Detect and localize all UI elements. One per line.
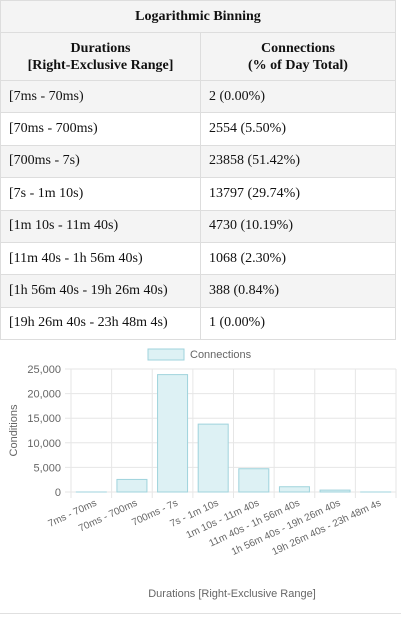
value-cell: 23858 (51.42%) — [200, 144, 396, 179]
y-tick-label: 10,000 — [27, 438, 61, 450]
table-row: [7ms - 70ms) 2 (0.00%) — [0, 79, 396, 114]
bar[interactable] — [197, 423, 229, 493]
durations-header: Durations [Right-Exclusive Range] — [0, 32, 201, 81]
range-cell: [19h 26m 40s - 23h 48m 4s) — [0, 306, 201, 341]
durations-header-line1: Durations — [70, 40, 131, 56]
value-cell: 4730 (10.19%) — [200, 209, 396, 243]
table-row: [19h 26m 40s - 23h 48m 4s) 1 (0.00%) — [0, 306, 396, 341]
bar[interactable] — [319, 489, 351, 493]
y-tick-label: 5,000 — [33, 462, 61, 474]
legend-label: Connections — [190, 349, 252, 361]
y-tick-label: 20,000 — [27, 389, 61, 401]
range-cell: [7s - 1m 10s) — [0, 177, 201, 211]
table-row: [1m 10s - 11m 40s) 4730 (10.19%) — [0, 209, 396, 243]
legend-swatch — [147, 348, 185, 361]
y-tick-label: 0 — [55, 487, 61, 499]
y-tick-label: 15,000 — [27, 413, 61, 425]
chart-grid — [65, 368, 397, 498]
chart-legend[interactable]: Connections — [147, 348, 252, 361]
value-cell: 2 (0.00%) — [200, 79, 396, 114]
bar[interactable] — [278, 486, 310, 493]
connections-header-line1: Connections — [261, 40, 335, 56]
connections-header-line2: (% of Day Total) — [248, 57, 348, 73]
connections-bar-chart: 0 5,000 10,000 15,000 20,000 25,000 7ms - 70m… — [8, 348, 397, 600]
binning-table: Logarithmic Binning Durations [Right-Exc… — [0, 0, 396, 341]
range-cell: [11m 40s - 1h 56m 40s) — [0, 241, 201, 276]
range-cell: [70ms - 700ms) — [0, 112, 201, 146]
x-axis-ticks: 7ms - 70ms70ms - 700ms700ms - 7s7s - 1m … — [47, 498, 383, 558]
y-axis-label: Conditions — [8, 404, 20, 456]
table-row: [1h 56m 40s - 19h 26m 40s) 388 (0.84%) — [0, 274, 396, 308]
value-cell: 388 (0.84%) — [200, 274, 396, 308]
bar[interactable] — [116, 478, 148, 493]
table-row: [70ms - 700ms) 2554 (5.50%) — [0, 112, 396, 146]
table-row: [7s - 1m 10s) 13797 (29.74%) — [0, 177, 396, 211]
value-cell: 1 (0.00%) — [200, 306, 396, 341]
bottom-divider — [0, 613, 401, 614]
y-axis-ticks: 0 5,000 10,000 15,000 20,000 25,000 — [27, 364, 61, 499]
table-row: [11m 40s - 1h 56m 40s) 1068 (2.30%) — [0, 241, 396, 276]
range-cell: [7ms - 70ms) — [0, 79, 201, 114]
bar[interactable] — [238, 468, 270, 493]
range-cell: [1h 56m 40s - 19h 26m 40s) — [0, 274, 201, 308]
range-cell: [700ms - 7s) — [0, 144, 201, 179]
bar[interactable] — [157, 374, 189, 493]
durations-header-line2: [Right-Exclusive Range] — [27, 57, 174, 73]
value-cell: 1068 (2.30%) — [200, 241, 396, 276]
range-cell: [1m 10s - 11m 40s) — [0, 209, 201, 243]
table-title: Logarithmic Binning — [0, 0, 396, 33]
x-axis-label: Durations [Right-Exclusive Range] — [148, 588, 316, 600]
value-cell: 2554 (5.50%) — [200, 112, 396, 146]
value-cell: 13797 (29.74%) — [200, 177, 396, 211]
table-row: [700ms - 7s) 23858 (51.42%) — [0, 144, 396, 179]
connections-header: Connections (% of Day Total) — [200, 32, 396, 81]
y-tick-label: 25,000 — [27, 364, 61, 376]
